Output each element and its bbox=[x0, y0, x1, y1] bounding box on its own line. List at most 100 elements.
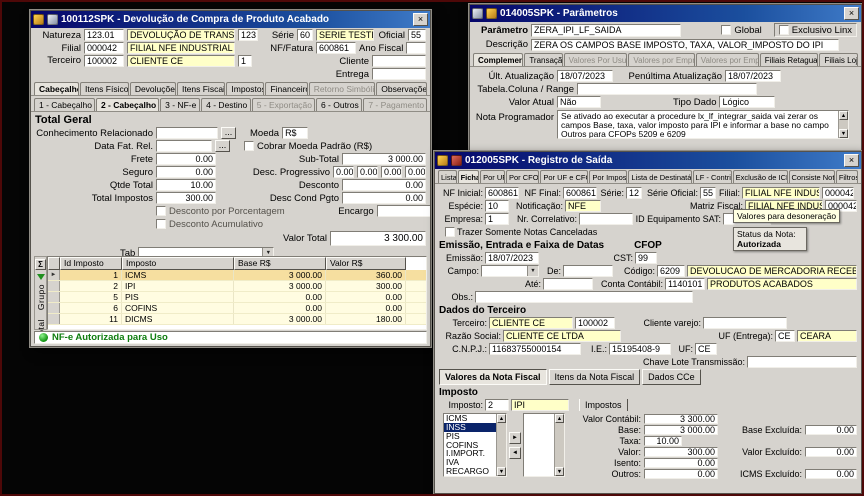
uf-entrega-field[interactable]: CE bbox=[775, 330, 795, 342]
subtab-6-outros[interactable]: 6 - Outros bbox=[315, 98, 363, 111]
tab-observacoes[interactable]: Observações bbox=[376, 82, 427, 95]
cell-base[interactable]: 0.00 bbox=[234, 303, 326, 313]
tab-lista[interactable]: Lista bbox=[438, 170, 457, 183]
valor-total-field[interactable]: 3 300.00 bbox=[330, 231, 426, 246]
filial-code-field[interactable]: 000042 bbox=[822, 187, 854, 199]
desc-prog-field-2[interactable]: 0.00 bbox=[357, 166, 378, 178]
list-item-iimport[interactable]: I.IMPORT. bbox=[444, 449, 496, 458]
table-row[interactable]: 2 IPI 3 000.00 300.00 bbox=[48, 281, 426, 292]
list-item-pis[interactable]: PIS bbox=[444, 432, 496, 441]
cell-base[interactable]: 3 000.00 bbox=[234, 281, 326, 291]
desc-prog-field-1[interactable]: 0.00 bbox=[333, 166, 354, 178]
codigo-field[interactable]: 6209 bbox=[657, 265, 685, 277]
global-checkbox[interactable] bbox=[721, 25, 732, 35]
table-row[interactable]: 11 DICMS 3 000.00 180.00 bbox=[48, 314, 426, 325]
tab-transacao[interactable]: Transação bbox=[524, 53, 563, 66]
valor-excluido-field[interactable]: 0.00 bbox=[805, 447, 857, 457]
list-item-cofins[interactable]: COFINS bbox=[444, 441, 496, 450]
cell-valor[interactable]: 0.00 bbox=[326, 303, 406, 313]
nota-programador-field[interactable]: Se ativado ao executar a procedure lx_lf… bbox=[557, 110, 849, 139]
isento-field[interactable]: 0.00 bbox=[644, 458, 718, 468]
ano-fiscal-field[interactable] bbox=[406, 42, 426, 54]
listbox2-scrollbar[interactable]: ▲ ▼ bbox=[554, 414, 564, 476]
filial-desc-field[interactable]: FILIAL NFE INDUSTRIAL bbox=[742, 187, 820, 199]
subtab-2-cabecalho[interactable]: 2 - Cabeçalho bbox=[95, 98, 160, 111]
ate-field[interactable] bbox=[543, 278, 593, 290]
subtotal-field[interactable]: 3 000.00 bbox=[342, 153, 426, 165]
tab-valores-empres[interactable]: Valores por Empres bbox=[695, 53, 759, 66]
tab-itens-fiscais[interactable]: Itens Fiscais bbox=[176, 82, 226, 95]
impostos-listbox[interactable]: ICMS INSS PIS COFINS I.IMPORT. IVA RECAR… bbox=[443, 413, 507, 477]
empresa-field[interactable]: 1 bbox=[485, 213, 509, 225]
terceiro-desc-field[interactable]: CLIENTE CE bbox=[127, 55, 235, 67]
ult-atualizacao-field[interactable]: 18/07/2023 bbox=[557, 70, 613, 82]
cliente-field[interactable] bbox=[372, 55, 426, 67]
nf-inicial-field[interactable]: 600861 bbox=[485, 187, 519, 199]
sum-icon[interactable]: Σ bbox=[35, 259, 46, 270]
terceiro-desc-field[interactable]: CLIENTE CE bbox=[489, 317, 573, 329]
nf-fatura-field[interactable]: 600861 bbox=[316, 42, 356, 54]
desconto-field[interactable]: 0.00 bbox=[342, 179, 426, 191]
cell-id[interactable]: 2 bbox=[60, 281, 122, 291]
cell-imposto[interactable]: ICMS bbox=[122, 270, 234, 280]
serie-field[interactable]: 12 bbox=[626, 187, 642, 199]
side-tab-grupo[interactable]: Grupo bbox=[36, 284, 46, 310]
cnpj-field[interactable]: 11683755000154 bbox=[489, 343, 581, 355]
total-impostos-field[interactable]: 300.00 bbox=[156, 192, 216, 204]
subtab-7-pagamento[interactable]: 7 - Pagamento bbox=[363, 98, 427, 111]
tab-filiais-retaguarda[interactable]: Filiais Retaguarda bbox=[759, 53, 819, 66]
imposto-desc-field[interactable]: IPI bbox=[511, 399, 569, 411]
dados-cce-button[interactable]: Dados CCe bbox=[642, 369, 701, 385]
imposto-code-field[interactable]: 2 bbox=[485, 399, 509, 411]
conhecimento-browse-button[interactable]: ... bbox=[221, 127, 236, 139]
de-field[interactable] bbox=[563, 265, 613, 277]
notas-canceladas-checkbox[interactable] bbox=[445, 227, 455, 237]
natureza-desc-field[interactable]: DEVOLUÇÃO DE TRANSFERÊNCIA bbox=[127, 29, 235, 41]
tab-por-uf-cfop[interactable]: Por UF e CFOP bbox=[540, 170, 589, 183]
penultima-field[interactable]: 18/07/2023 bbox=[725, 70, 781, 82]
column-header-id-imposto[interactable]: Id Imposto bbox=[60, 257, 122, 270]
entrega-field[interactable] bbox=[372, 68, 426, 80]
tab-filiais-loja[interactable]: Filiais Loja bbox=[819, 53, 859, 66]
outros-field[interactable]: 0.00 bbox=[644, 469, 718, 479]
tab-consiste-notas[interactable]: Consiste Notas bbox=[788, 170, 835, 183]
close-icon[interactable]: × bbox=[844, 154, 859, 167]
cell-id[interactable]: 6 bbox=[60, 303, 122, 313]
uf-entrega-desc-field[interactable]: CEARA bbox=[797, 330, 857, 342]
green-arrow-icon[interactable] bbox=[36, 274, 45, 280]
chave-lote-field[interactable] bbox=[747, 356, 857, 368]
close-icon[interactable]: × bbox=[844, 7, 859, 20]
valor-field[interactable]: 300.00 bbox=[644, 447, 718, 457]
emissao-field[interactable]: 18/07/2023 bbox=[485, 252, 539, 264]
column-header-base[interactable]: Base R$ bbox=[234, 257, 326, 270]
cell-valor[interactable]: 300.00 bbox=[326, 281, 406, 291]
tab-por-imposto[interactable]: Por Imposto bbox=[589, 170, 628, 183]
tab-complemento[interactable]: Complemento bbox=[473, 53, 524, 66]
desc-prog-field-4[interactable]: 0.00 bbox=[405, 166, 426, 178]
data-fat-field[interactable] bbox=[156, 140, 212, 152]
list-item-recargo[interactable]: RECARGO bbox=[444, 467, 496, 476]
cell-imposto[interactable]: IPI bbox=[122, 281, 234, 291]
column-header-imposto[interactable]: Imposto bbox=[122, 257, 234, 270]
cobrar-moeda-checkbox[interactable] bbox=[244, 141, 254, 151]
titlebar-devolucao[interactable]: 100112SPK - Devolução de Compra de Produ… bbox=[31, 11, 430, 28]
codigo-desc-field[interactable]: DEVOLUCAO DE MERCADORIA RECEBIDA EM TRAN… bbox=[687, 265, 857, 277]
tabela-coluna-field[interactable] bbox=[577, 83, 757, 95]
subtab-1-cabecalho[interactable]: 1 - Cabeçalho bbox=[34, 98, 95, 111]
filial-code-field[interactable]: 000042 bbox=[84, 42, 124, 54]
desc-prog-field-3[interactable]: 0.00 bbox=[381, 166, 402, 178]
cell-id[interactable]: 11 bbox=[60, 314, 122, 324]
obs-field[interactable] bbox=[475, 291, 693, 303]
base-field[interactable]: 3 000.00 bbox=[644, 425, 718, 435]
cell-imposto[interactable]: COFINS bbox=[122, 303, 234, 313]
tab-retorno-simbolico[interactable]: Retorno Simbólico bbox=[308, 82, 376, 95]
filial-desc-field[interactable]: FILIAL NFE INDUSTRIAL bbox=[127, 42, 235, 54]
cell-valor[interactable]: 0.00 bbox=[326, 292, 406, 302]
especie-field[interactable]: 10 bbox=[485, 200, 509, 212]
frete-field[interactable]: 0.00 bbox=[156, 153, 216, 165]
terceiro-code-field[interactable]: 100002 bbox=[84, 55, 124, 67]
nf-final-field[interactable]: 600861 bbox=[563, 187, 597, 199]
cell-base[interactable]: 3 000.00 bbox=[234, 270, 326, 280]
tab-filtros[interactable]: Filtros bbox=[835, 170, 858, 183]
list-item-inss[interactable]: INSS bbox=[444, 422, 496, 432]
